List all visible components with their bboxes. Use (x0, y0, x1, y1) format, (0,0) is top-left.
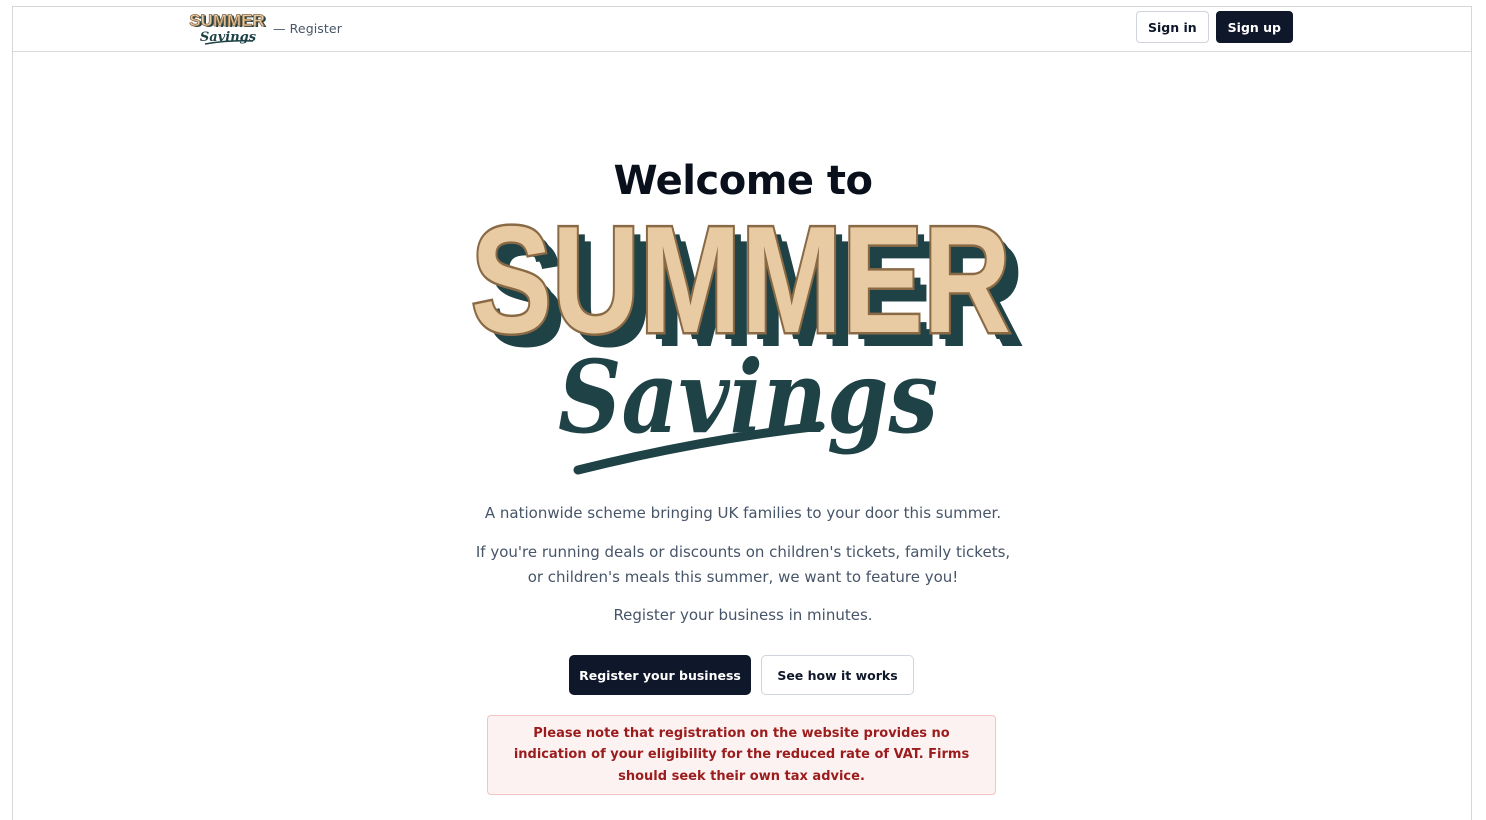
description-line-1: If you're running deals or discounts on … (475, 543, 1011, 561)
page-section-label: — Register (273, 20, 342, 36)
description-line-2: or children's meals this summer, we want… (527, 568, 959, 586)
see-how-it-works-button[interactable]: See how it works (761, 655, 914, 695)
vat-notice-text: Please note that registration on the web… (513, 725, 970, 784)
description: If you're running deals or discounts on … (0, 540, 1486, 590)
sign-up-button[interactable]: Sign up (1215, 11, 1293, 43)
tagline: A nationwide scheme bringing UK families… (484, 504, 1002, 522)
top-navigation-bar: SUMMER SUMMER Savings — Register Sign in… (13, 7, 1471, 52)
summer-savings-logo: SUMMER SUMMER SUMMER Savings (469, 208, 1024, 475)
welcome-heading: Welcome to (613, 158, 873, 204)
register-business-button[interactable]: Register your business (569, 655, 751, 695)
svg-text:SUMMER: SUMMER (189, 11, 265, 30)
vat-notice: Please note that registration on the web… (487, 715, 996, 795)
cta-buttons: Register your business See how it works (569, 655, 914, 695)
register-prompt: Register your business in minutes. (613, 606, 873, 624)
auth-buttons: Sign in Sign up (1135, 11, 1293, 43)
summer-savings-logo-small: SUMMER SUMMER Savings (189, 11, 267, 45)
brand[interactable]: SUMMER SUMMER Savings — Register (189, 9, 342, 47)
sign-in-button[interactable]: Sign in (1135, 11, 1209, 43)
